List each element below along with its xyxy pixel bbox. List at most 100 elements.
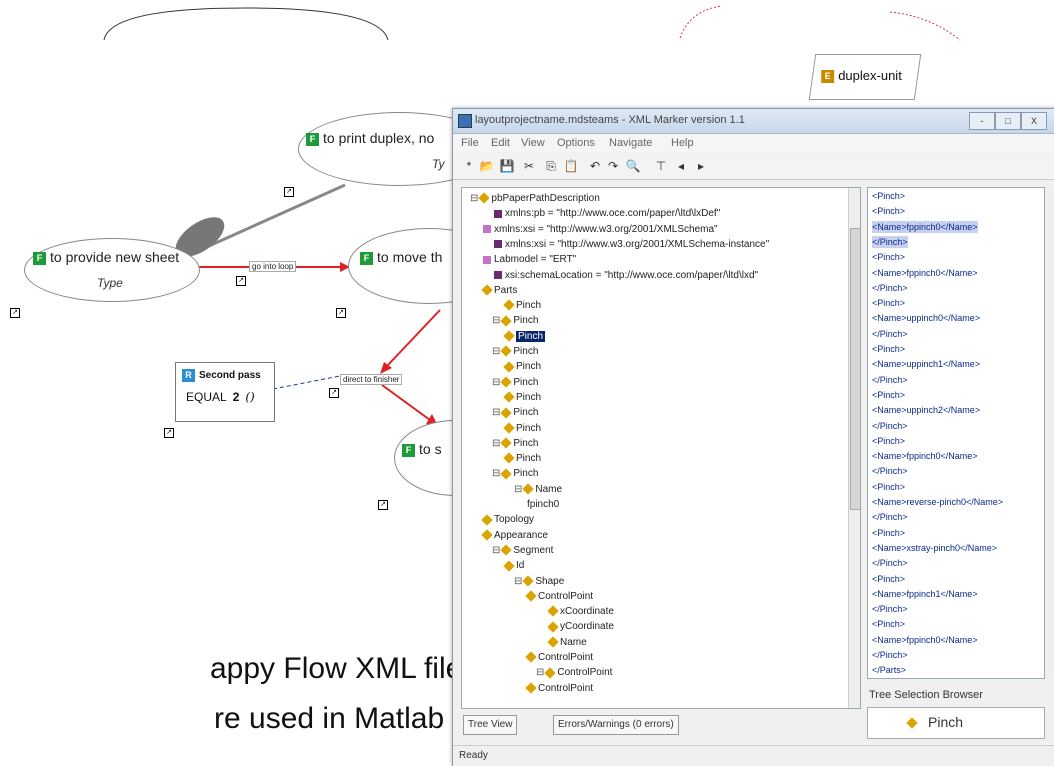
tree-node[interactable]: ControlPoint	[525, 590, 593, 604]
xml-text-line[interactable]: <Pinch>	[872, 205, 905, 217]
tree-node[interactable]: ⊟ Pinch	[492, 467, 538, 481]
tree-node[interactable]: ⊟ Pinch	[492, 314, 538, 328]
paste-icon[interactable]: 📋	[563, 158, 579, 174]
xml-text-line[interactable]: <Name>fppinch0</Name>	[872, 450, 978, 462]
xml-text-line[interactable]: </Pinch>	[872, 649, 908, 661]
expander-icon[interactable]: ⊟	[492, 545, 500, 556]
tree-node[interactable]: Pinch	[503, 391, 541, 405]
tree-node[interactable]: xmlns:xsi = "http://www.w3.org/2001/XMLS…	[492, 238, 769, 252]
minimize-button[interactable]: -	[969, 112, 995, 130]
expander-icon[interactable]: ⊟	[492, 346, 500, 357]
xml-text-line[interactable]: <Name>xstray-pinch0</Name>	[872, 542, 997, 554]
open-icon[interactable]: 📂	[479, 158, 495, 174]
tree-icon[interactable]: ⊤	[653, 158, 669, 174]
expander-icon[interactable]: ⊟	[470, 193, 478, 204]
node-duplex-unit[interactable]: Eduplex-unit	[808, 54, 922, 100]
find-icon[interactable]: 🔍	[625, 158, 641, 174]
window-titlebar[interactable]: layoutprojectname.mdsteams - XML Marker …	[453, 109, 1054, 134]
tree-node[interactable]: Pinch	[503, 422, 541, 436]
rule-second-pass[interactable]: R Second pass EQUAL 2 ()	[175, 362, 275, 422]
cut-icon[interactable]: ✂	[521, 158, 537, 174]
menu-view[interactable]: View	[521, 137, 545, 149]
tree-node[interactable]: ⊟ ControlPoint	[536, 666, 612, 680]
xml-text-line[interactable]: <Pinch>	[872, 527, 905, 539]
xml-text-line[interactable]: </Pinch>	[872, 465, 908, 477]
tab-tree-view[interactable]: Tree View	[463, 715, 518, 735]
tree-node[interactable]: ⊟ Pinch	[492, 437, 538, 451]
xml-text-line[interactable]: <Pinch>	[872, 251, 905, 263]
text-pane[interactable]: <Pinch> <Pinch> <Name>fppinch0</Name> </Pin…	[867, 187, 1045, 679]
tree-node[interactable]: xmlns:xsi = "http://www.w3.org/2001/XMLS…	[481, 223, 718, 237]
redo-icon[interactable]: ↷	[605, 158, 621, 174]
expander-icon[interactable]: ⊟	[492, 377, 500, 388]
edge-label-go-into-loop[interactable]: go into loop	[249, 261, 297, 272]
xml-text-line[interactable]: </Pinch>	[872, 328, 908, 340]
copy-icon[interactable]: ⎘	[543, 158, 559, 174]
maximize-button[interactable]: □	[995, 112, 1021, 130]
link-icon[interactable]: ↗	[164, 428, 174, 438]
edge-label-direct-to-finisher[interactable]: direct to finisher	[340, 374, 403, 385]
xml-text-line[interactable]: <Pinch>	[872, 618, 905, 630]
menu-edit[interactable]: Edit	[491, 137, 510, 149]
tree-node[interactable]: ControlPoint	[525, 651, 593, 665]
menu-file[interactable]: File	[461, 137, 479, 149]
tree-pane[interactable]: ⊟ pbPaperPathDescription xmlns:pb = "http:…	[461, 187, 861, 709]
tree-node[interactable]: ⊟ Name	[514, 483, 562, 497]
xml-text-line[interactable]: <Name>fppinch0</Name>	[872, 267, 978, 279]
close-button[interactable]: X	[1021, 112, 1047, 130]
next-icon[interactable]: ▸	[693, 158, 709, 174]
tree-node[interactable]: ControlPoint	[525, 682, 593, 696]
link-icon[interactable]: ↗	[378, 500, 388, 510]
xml-text-line[interactable]: <Pinch>	[872, 343, 905, 355]
tree-node[interactable]: xmlns:pb = "http://www.oce.com/paper/\lt…	[492, 207, 720, 221]
tree-node[interactable]: Pinch	[503, 360, 541, 374]
link-icon[interactable]: ↗	[336, 308, 346, 318]
link-icon[interactable]: ↗	[236, 276, 246, 286]
xml-text-line[interactable]: </Pinch>	[872, 235, 908, 248]
tree-node[interactable]: ⊟ Segment	[492, 544, 553, 558]
tree-node[interactable]: Name	[547, 636, 587, 650]
tree-node[interactable]: Appearance	[481, 529, 548, 543]
menu-navigate[interactable]: Navigate	[609, 137, 652, 149]
tree-node[interactable]: Labmodel = "ERT"	[481, 253, 576, 267]
tree-node[interactable]: Pinch	[503, 330, 546, 344]
xml-text-line[interactable]: <Pinch>	[872, 573, 905, 585]
tree-node[interactable]: ⊟ Pinch	[492, 406, 538, 420]
xml-text-line[interactable]: <Pinch>	[872, 297, 905, 309]
link-icon[interactable]: ↗	[10, 308, 20, 318]
tree-node[interactable]: xCoordinate	[547, 605, 614, 619]
xml-text-line[interactable]: </Pinch>	[872, 420, 908, 432]
menu-help[interactable]: Help	[671, 137, 694, 149]
link-icon[interactable]: ↗	[284, 187, 294, 197]
xml-text-line[interactable]: <Name>fppinch1</Name>	[872, 588, 978, 600]
tree-node[interactable]: ⊟ Shape	[514, 575, 564, 589]
tree-scroll-thumb[interactable]	[850, 228, 860, 510]
expander-icon[interactable]: ⊟	[492, 468, 500, 479]
expander-icon[interactable]: ⊟	[514, 484, 522, 495]
xml-text-line[interactable]: <Name>uppinch2</Name>	[872, 404, 980, 416]
xml-text-line[interactable]: <Name>reverse-pinch0</Name>	[872, 496, 1003, 508]
tree-node[interactable]: ⊟ Pinch	[492, 345, 538, 359]
expander-icon[interactable]: ⊟	[492, 438, 500, 449]
tree-node[interactable]: ⊟ Pinch	[492, 376, 538, 390]
tree-node[interactable]: yCoordinate	[547, 620, 614, 634]
tree-node[interactable]: fpinch0	[525, 498, 559, 512]
xml-text-line[interactable]: </Pinch>	[872, 603, 908, 615]
xml-text-line[interactable]: <Pinch>	[872, 435, 905, 447]
text-vertical-scrollbar[interactable]	[1047, 187, 1054, 677]
menu-options[interactable]: Options	[557, 137, 595, 149]
xml-text-line[interactable]: <Pinch>	[872, 481, 905, 493]
xml-text-line[interactable]: </Pinch>	[872, 282, 908, 294]
xml-text-line[interactable]: <Name>uppinch1</Name>	[872, 358, 980, 370]
tree-node[interactable]: Pinch	[503, 299, 541, 313]
tree-node[interactable]: Pinch	[503, 452, 541, 466]
tree-vertical-scrollbar[interactable]	[848, 188, 860, 708]
xml-text-line[interactable]: <Name>uppinch0</Name>	[872, 312, 980, 324]
node-new-sheet[interactable]	[24, 238, 200, 302]
expander-icon[interactable]: ⊟	[514, 576, 522, 587]
prev-icon[interactable]: ◂	[673, 158, 689, 174]
xml-text-line[interactable]: <Name>fppinch0</Name>	[872, 220, 978, 233]
tree-node[interactable]: Parts	[481, 284, 517, 298]
xml-text-line[interactable]: </Pinch>	[872, 374, 908, 386]
xml-text-line[interactable]: <Pinch>	[872, 389, 905, 401]
